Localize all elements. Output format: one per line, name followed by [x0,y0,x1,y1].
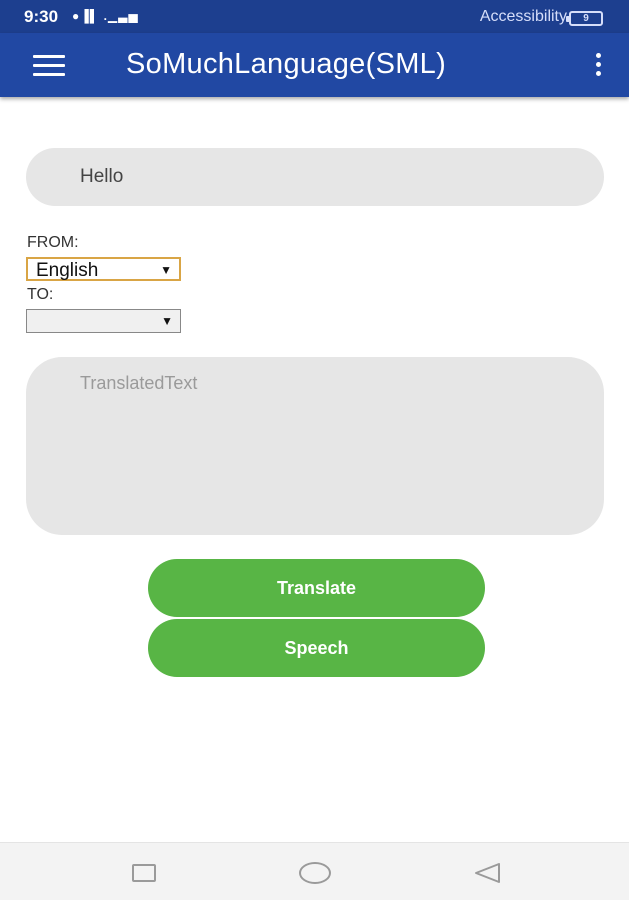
to-label: TO: [27,286,54,303]
translate-button[interactable]: Translate [148,559,485,617]
back-icon[interactable] [473,862,501,884]
signal-icon: ●▐▌ .▁▃▅ [72,9,139,23]
translated-text-area[interactable]: TranslatedText [26,357,604,535]
system-nav-bar [0,842,629,900]
home-icon[interactable] [299,862,331,884]
app-bar: SoMuchLanguage(SML) [0,33,629,97]
accessibility-label: Accessibility [479,8,567,25]
more-options-icon[interactable] [593,53,603,79]
hamburger-menu-icon[interactable] [33,55,67,77]
dropdown-arrow-icon: ▼ [160,263,172,277]
dropdown-arrow-icon: ▼ [161,314,173,328]
status-bar: 9:30 ●▐▌ .▁▃▅ Accessibility 9 [0,0,629,33]
app-title: SoMuchLanguage(SML) [126,48,447,80]
status-time: 9:30 [24,7,59,26]
from-label: FROM: [27,234,79,251]
from-language-select[interactable]: English ▼ [26,257,181,281]
speech-button[interactable]: Speech [148,619,485,677]
from-language-value: English [36,260,99,281]
to-language-select[interactable]: ▼ [26,309,181,333]
recent-apps-icon[interactable] [132,864,156,882]
battery-icon: 9 [566,11,603,26]
translated-text-placeholder: TranslatedText [80,373,198,393]
source-text-input[interactable] [26,148,604,206]
